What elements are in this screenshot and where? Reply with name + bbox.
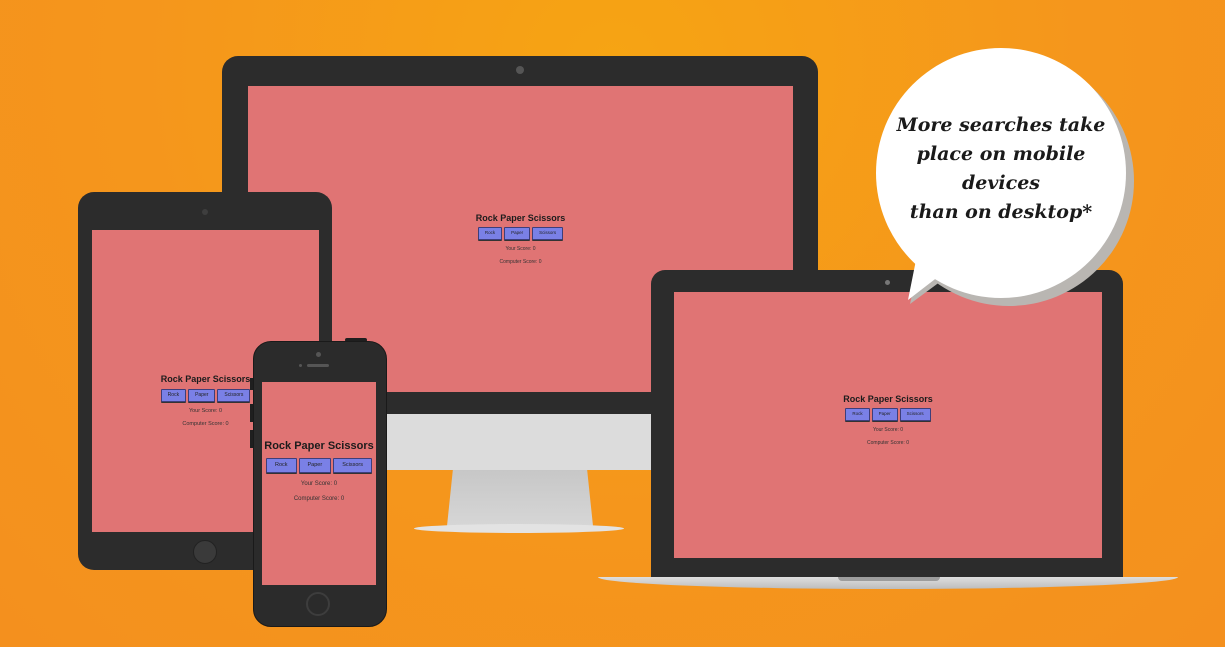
laptop-app: Rock Paper Scissors Rock Paper Scissors … [843,394,933,446]
button-row: Rock Paper Scissors [265,457,372,474]
your-score: Your Score: 0 [300,481,338,488]
phone-home-button [306,592,330,616]
computer-score: Computer Score: 0 [499,258,542,265]
monitor-stand [447,470,593,526]
scissors-button[interactable]: Scissors [532,227,564,240]
monitor-stand-base [414,524,624,533]
rock-button[interactable]: Rock [160,388,187,402]
bubble-line: than on desktop* [909,201,1093,223]
rock-button[interactable]: Rock [477,227,503,240]
your-score: Your Score: 0 [188,407,223,414]
phone-app: Rock Paper Scissors Rock Paper Scissors … [264,440,373,503]
rock-button[interactable]: Rock [265,457,297,474]
speech-bubble: More searches take place on mobile devic… [876,48,1126,298]
your-score: Your Score: 0 [872,426,904,433]
phone-sensor-icon [299,364,302,367]
scissors-button[interactable]: Scissors [899,408,931,421]
tablet-camera-icon [202,209,208,215]
app-title: Rock Paper Scissors [264,439,374,452]
phone-camera-icon [316,352,321,357]
bubble-line: More searches take [896,114,1106,136]
scissors-button[interactable]: Scissors [333,457,372,474]
app-title: Rock Paper Scissors [475,213,566,224]
paper-button[interactable]: Paper [871,408,898,421]
paper-button[interactable]: Paper [298,457,332,474]
paper-button[interactable]: Paper [188,388,216,402]
paper-button[interactable]: Paper [504,227,531,240]
app-title: Rock Paper Scissors [843,394,933,405]
button-row: Rock Paper Scissors [160,388,251,402]
your-score: Your Score: 0 [505,245,536,252]
computer-score: Computer Score: 0 [293,496,345,503]
laptop-screen: Rock Paper Scissors Rock Paper Scissors … [674,292,1102,558]
button-row: Rock Paper Scissors [477,227,564,240]
computer-score: Computer Score: 0 [867,439,909,446]
phone-screen: Rock Paper Scissors Rock Paper Scissors … [262,382,376,585]
tablet-app: Rock Paper Scissors Rock Paper Scissors … [160,373,251,427]
laptop-notch [838,577,940,581]
button-row: Rock Paper Scissors [845,408,931,421]
app-title: Rock Paper Scissors [160,373,251,384]
rock-button[interactable]: Rock [845,408,870,421]
tablet-home-button [193,540,217,564]
phone-speaker-icon [307,364,329,367]
bubble-text: More searches take place on mobile devic… [891,111,1111,227]
scissors-button[interactable]: Scissors [217,388,251,402]
laptop-camera-icon [885,280,890,285]
computer-score: Computer Score: 0 [182,420,229,427]
monitor-camera-icon [516,66,524,74]
bubble-line: place on mobile devices [916,143,1086,194]
